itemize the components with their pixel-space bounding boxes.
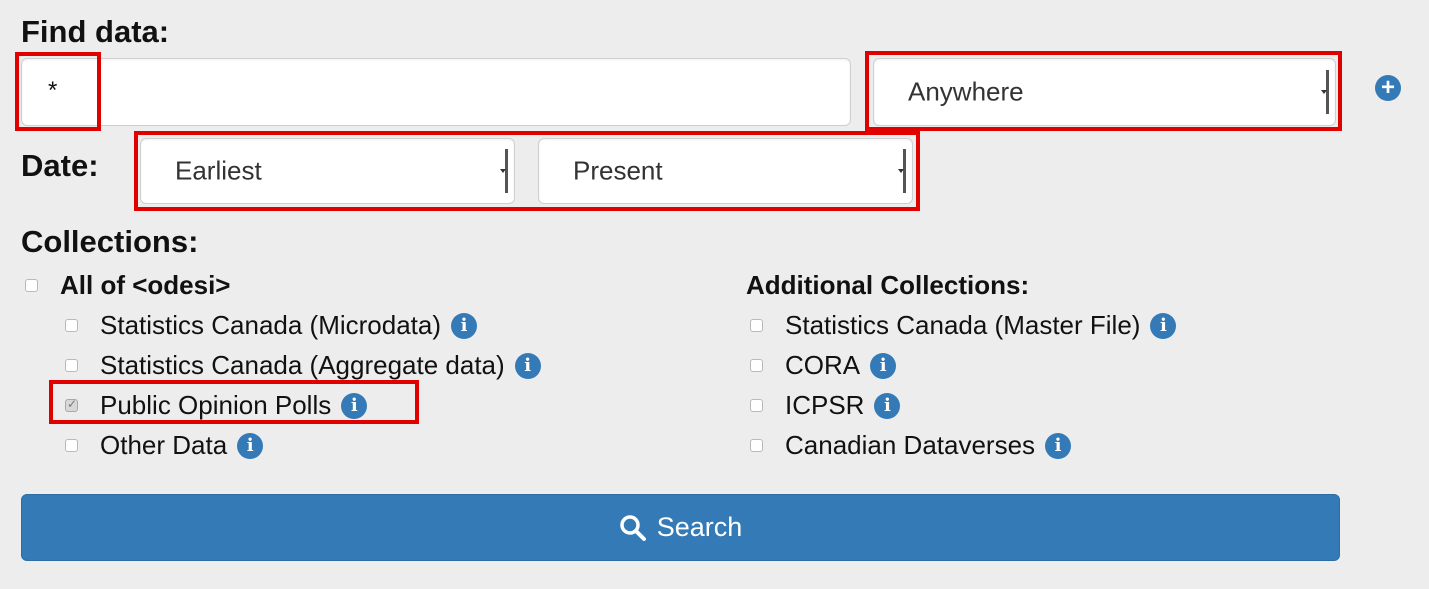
statcan-aggregate-checkbox[interactable] <box>65 359 78 372</box>
find-data-heading: Find data: <box>21 14 170 49</box>
public-opinion-polls-highlight <box>49 380 419 424</box>
cora-checkbox[interactable] <box>750 359 763 372</box>
statcan-master-file-label: Statistics Canada (Master File) <box>785 310 1141 340</box>
cora-label: CORA <box>785 350 861 380</box>
additional-collections-heading: Additional Collections: <box>746 270 1030 300</box>
plus-circle-icon[interactable]: + <box>1375 75 1401 101</box>
statcan-microdata-label: Statistics Canada (Microdata) <box>100 310 442 340</box>
search-button[interactable]: Search <box>21 494 1340 561</box>
query-highlight <box>15 52 101 131</box>
date-highlight <box>134 131 920 211</box>
collection-item-icpsr: ICPSR i <box>750 390 901 421</box>
other-data-label: Other Data <box>100 430 228 460</box>
info-icon[interactable]: i <box>1045 432 1072 459</box>
collection-item-statcan-aggregate: Statistics Canada (Aggregate data) i <box>65 350 541 381</box>
info-icon[interactable]: i <box>514 352 541 379</box>
icpsr-checkbox[interactable] <box>750 399 763 412</box>
query-input[interactable]: * <box>21 58 851 126</box>
all-odesi-label: All of <odesi> <box>60 270 231 300</box>
search-button-label: Search <box>656 512 743 542</box>
icpsr-label: ICPSR <box>785 390 865 420</box>
collection-item-cora: CORA i <box>750 350 897 381</box>
collection-item-statcan-microdata: Statistics Canada (Microdata) i <box>65 310 478 341</box>
date-heading: Date: <box>21 148 99 183</box>
canadian-dataverses-label: Canadian Dataverses <box>785 430 1036 460</box>
collection-item-canadian-dataverses: Canadian Dataverses i <box>750 430 1072 461</box>
info-icon[interactable]: i <box>237 432 264 459</box>
statcan-aggregate-label: Statistics Canada (Aggregate data) <box>100 350 505 380</box>
collection-item-other-data: Other Data i <box>65 430 264 461</box>
all-odesi-checkbox[interactable] <box>25 279 38 292</box>
search-icon <box>619 514 646 541</box>
collection-item-statcan-master-file: Statistics Canada (Master File) i <box>750 310 1177 341</box>
statcan-microdata-checkbox[interactable] <box>65 319 78 332</box>
info-icon[interactable]: i <box>870 352 897 379</box>
info-icon[interactable]: i <box>874 392 901 419</box>
scope-highlight <box>865 51 1342 131</box>
info-icon[interactable]: i <box>451 312 478 339</box>
collections-heading: Collections: <box>21 224 199 259</box>
info-icon[interactable]: i <box>1150 312 1177 339</box>
canadian-dataverses-checkbox[interactable] <box>750 439 763 452</box>
statcan-master-file-checkbox[interactable] <box>750 319 763 332</box>
all-odesi-row: All of <odesi> <box>25 270 231 301</box>
other-data-checkbox[interactable] <box>65 439 78 452</box>
